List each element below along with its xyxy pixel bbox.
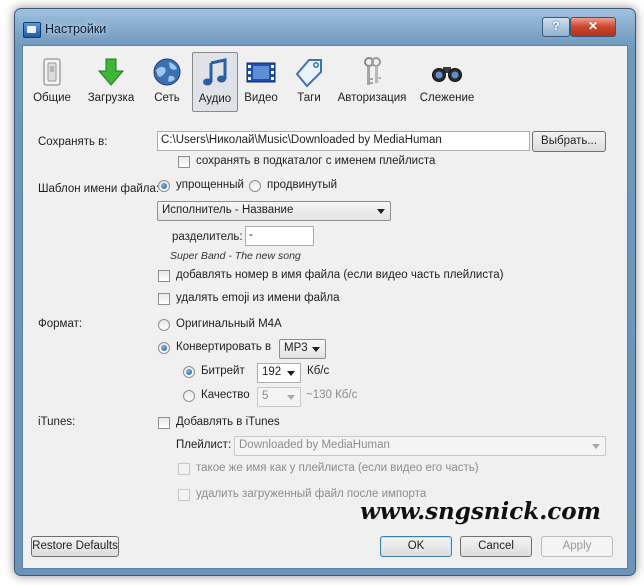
simple-template-radio[interactable] [158,180,170,192]
tab-video[interactable]: Видео [239,52,283,110]
playlist-select[interactable]: Downloaded by MediaHuman [234,436,606,456]
separator-label: разделитель: [172,231,243,243]
template-example: Super Band - The new song [170,250,301,262]
watermark: www.sngsnick.com [360,498,601,525]
itunes-label: iTunes: [38,416,76,428]
original-format-label: Оригинальный M4A [176,318,282,330]
app-icon [23,22,41,38]
tab-tracking-label: Слежение [419,92,475,104]
original-format-radio[interactable] [158,319,170,331]
tab-general[interactable]: Общие [29,52,75,110]
download-arrow-icon [97,58,125,86]
convert-format-radio[interactable] [158,342,170,354]
bitrate-radio[interactable] [183,366,195,378]
add-number-label: добавлять номер в имя файла (если видео … [176,269,504,281]
subfolder-checkbox[interactable] [178,156,190,168]
separator-field[interactable]: - [245,226,314,246]
playlist-label: Плейлист: [176,439,232,451]
title-bar[interactable]: Настройки ? ✕ [15,9,635,45]
ok-button[interactable]: OK [380,536,452,557]
tab-download-label: Загрузка [87,92,135,104]
browse-button[interactable]: Выбрать... [532,131,606,152]
tab-tracking[interactable]: Слежение [417,52,477,110]
tab-authorization-label: Авторизация [337,92,407,104]
remove-emoji-checkbox[interactable] [158,293,170,305]
remove-emoji-label: удалять emoji из имени файла [176,292,340,304]
advanced-template-radio[interactable] [249,180,261,192]
save-to-label: Сохранять в: [38,136,108,148]
chevron-down-icon [312,347,320,352]
settings-content: Общие Загрузка Сеть Аудио Видео Таги Авт… [22,45,628,569]
same-name-checkbox[interactable] [178,463,190,475]
playlist-value: Downloaded by MediaHuman [239,439,390,451]
advanced-template-label: продвинутый [267,179,338,191]
name-pattern-select[interactable]: Исполнитель - Название [157,201,391,221]
name-pattern-value: Исполнитель - Название [162,204,294,216]
apply-button[interactable]: Apply [541,536,613,557]
bitrate-select[interactable]: 192 [257,363,301,383]
switch-icon [43,58,61,86]
add-to-itunes-checkbox[interactable] [158,417,170,429]
tab-network-label: Сеть [154,92,180,104]
tab-audio[interactable]: Аудио [192,52,238,112]
add-number-checkbox[interactable] [158,270,170,282]
film-strip-icon [246,62,276,83]
delete-after-import-checkbox[interactable] [178,489,190,501]
quality-value: 5 [262,390,269,402]
convert-format-select[interactable]: MP3 [279,339,326,359]
settings-window: Настройки ? ✕ Общие Загрузка Сеть Аудио … [14,8,636,576]
tab-tags[interactable]: Таги [287,52,331,110]
subfolder-label: сохранять в подкаталог с именем плейлист… [196,155,436,167]
tab-network[interactable]: Сеть [145,52,189,110]
quality-label: Качество [201,389,250,401]
help-button[interactable]: ? [542,17,570,37]
filename-template-label: Шаблон имени файла: [38,183,160,195]
tab-download[interactable]: Загрузка [83,52,139,110]
chevron-down-icon [377,209,385,214]
bitrate-unit: Кб/с [307,365,330,377]
tab-video-label: Видео [244,92,278,104]
cancel-button[interactable]: Cancel [460,536,532,557]
keys-icon [364,57,381,85]
tag-icon [295,59,322,88]
bitrate-label: Битрейт [201,365,245,377]
same-name-label: такое же имя как у плейлиста (если видео… [196,462,479,474]
save-path-field[interactable]: C:\Users\Николай\Music\Downloaded by Med… [157,131,530,151]
chevron-down-icon [592,444,600,449]
settings-toolbar: Общие Загрузка Сеть Аудио Видео Таги Авт… [29,52,589,114]
music-note-icon [203,58,227,86]
window-title: Настройки [45,22,107,36]
tab-tags-label: Таги [297,92,321,104]
quality-hint: ~130 Кб/с [306,389,358,401]
convert-format-value: MP3 [284,342,308,354]
bitrate-value: 192 [262,366,282,378]
close-button[interactable]: ✕ [570,17,616,37]
add-to-itunes-label: Добавлять в iTunes [176,416,280,428]
quality-radio[interactable] [183,390,195,402]
tab-audio-label: Аудио [198,93,232,105]
globe-icon [153,58,181,86]
chevron-down-icon [287,371,295,376]
simple-template-label: упрощенный [176,179,244,191]
restore-defaults-button[interactable]: Restore Defaults [31,536,119,557]
binoculars-icon [432,67,462,82]
format-label: Формат: [38,318,83,330]
tab-general-label: Общие [33,92,71,104]
tab-authorization[interactable]: Авторизация [334,52,410,110]
convert-format-label: Конвертировать в [176,341,272,353]
quality-select[interactable]: 5 [257,387,301,407]
chevron-down-icon [287,395,295,400]
